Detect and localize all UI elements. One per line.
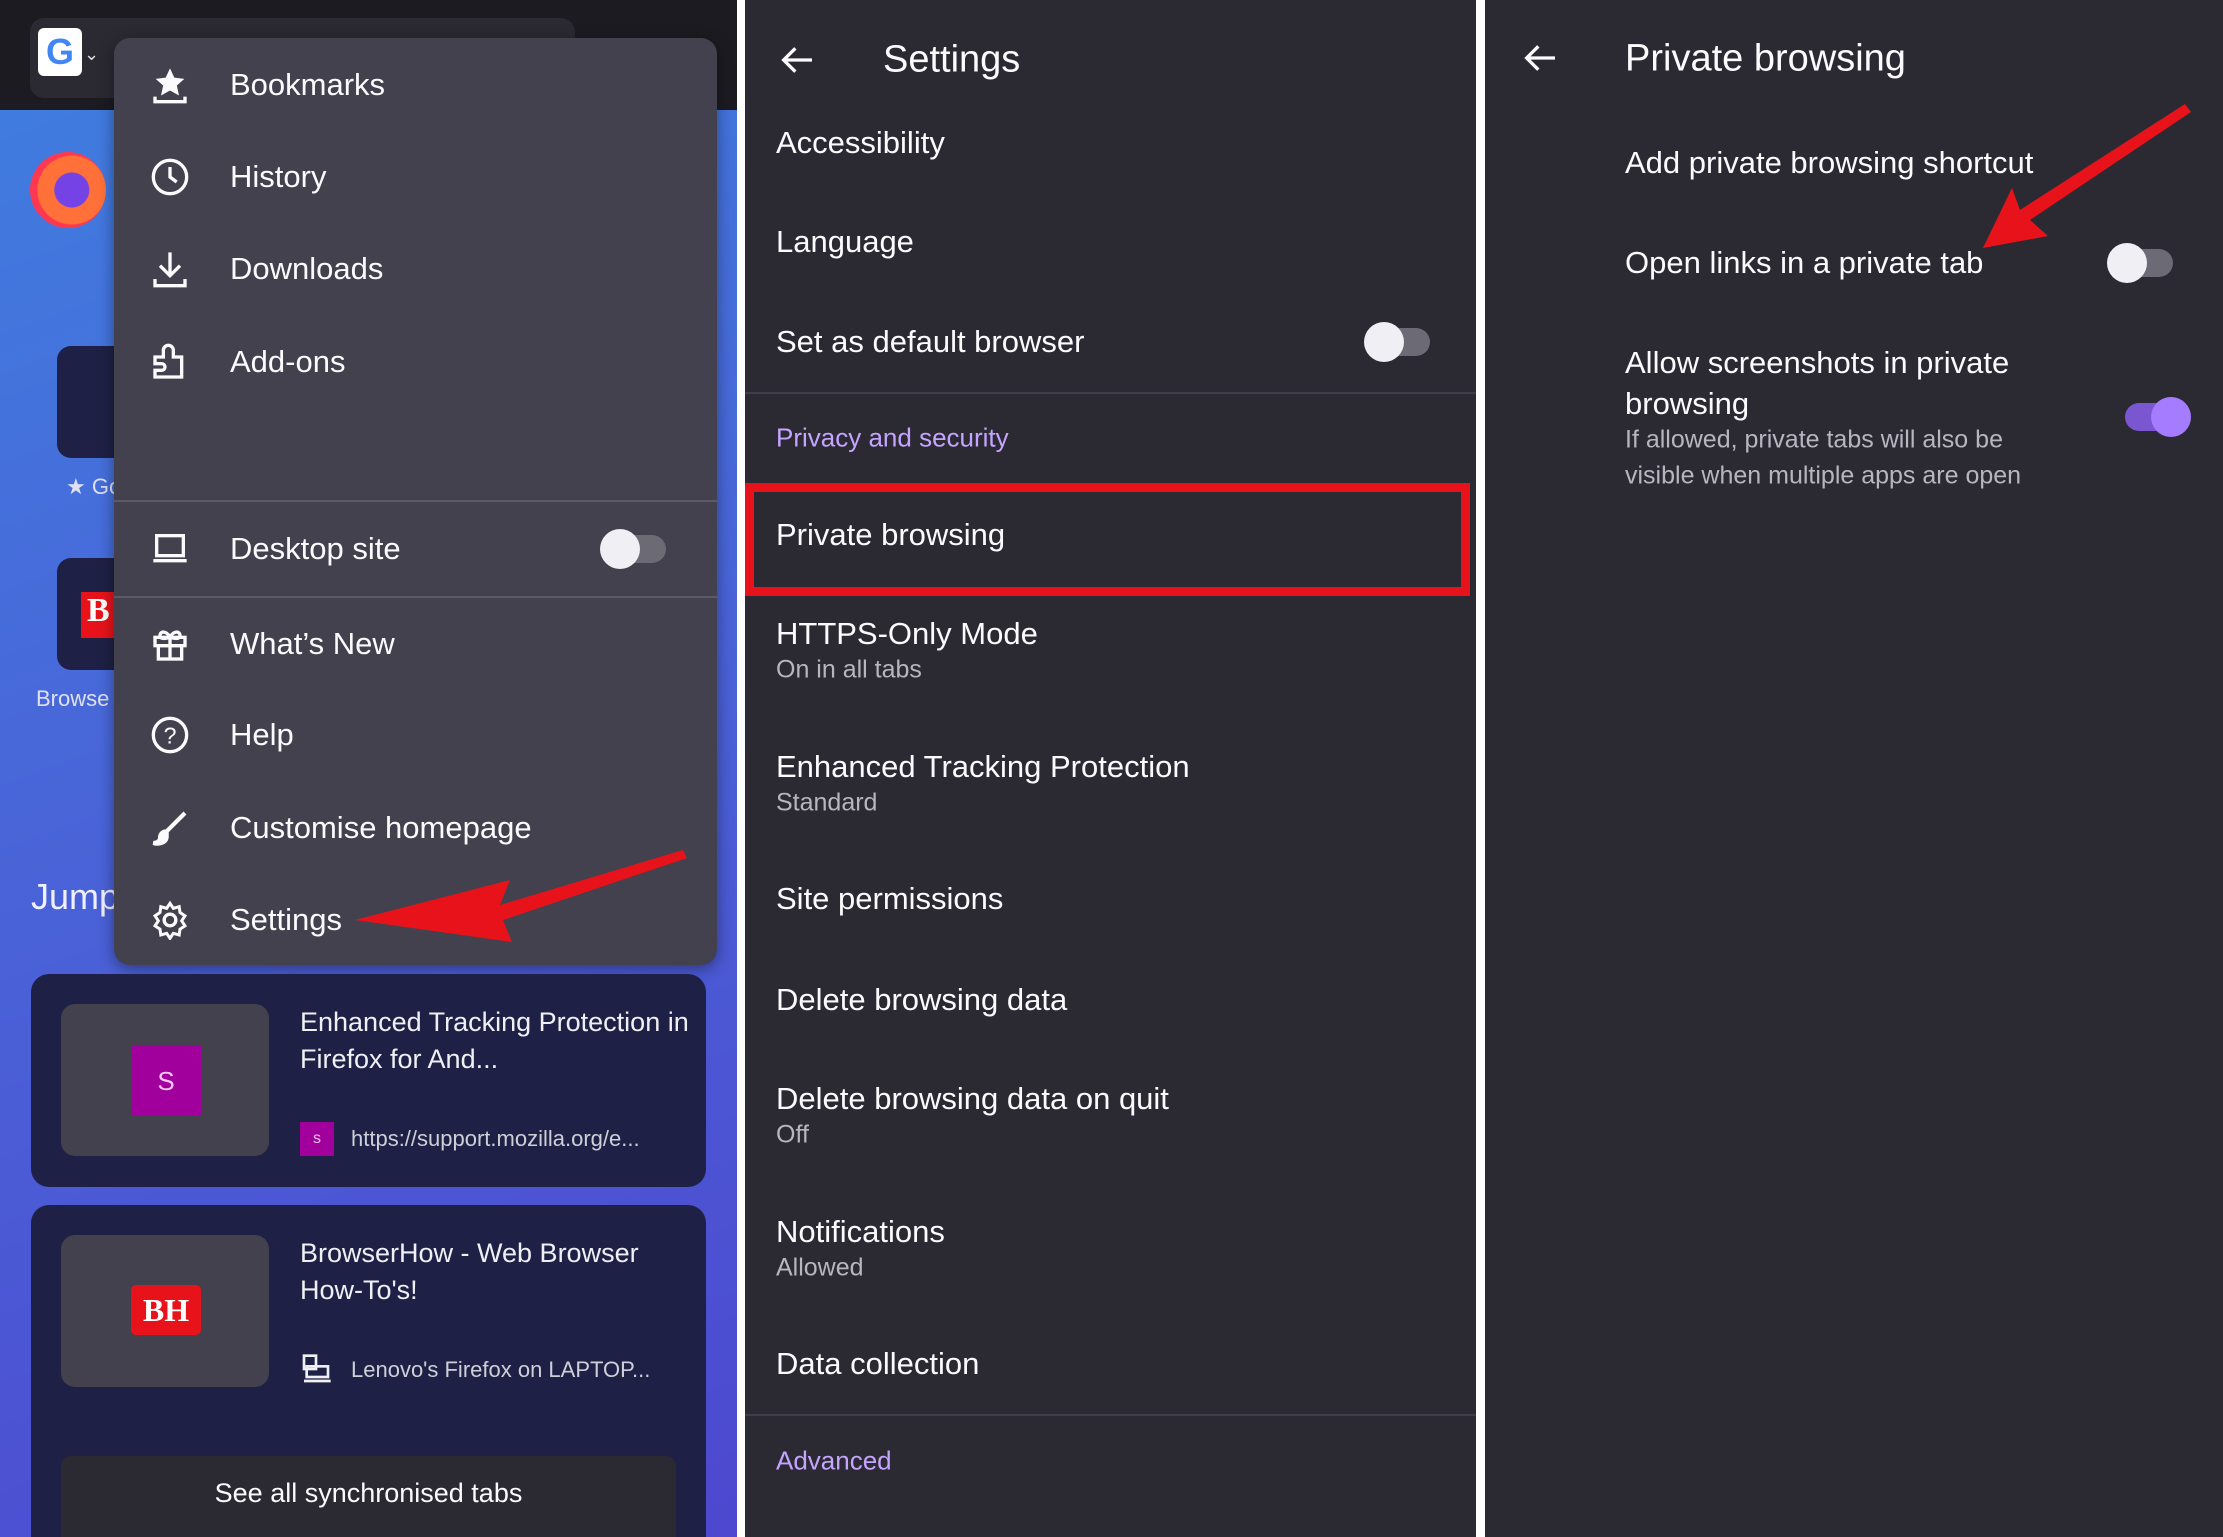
menu-item-label: Bookmarks xyxy=(230,67,386,102)
settings-item-default-browser[interactable]: Set as default browser xyxy=(776,324,1084,360)
menu-item-label: Settings xyxy=(230,902,343,937)
advanced-section-header: Advanced xyxy=(776,1445,892,1476)
main-menu: Bookmarks History Downloads Add-ons Desk… xyxy=(114,38,717,965)
back-arrow-icon[interactable] xyxy=(1520,38,1560,78)
menu-item-bookmarks[interactable]: Bookmarks xyxy=(114,50,717,120)
top-site-google-label: ★ Go xyxy=(66,474,122,499)
annotation-arrow xyxy=(1983,104,2191,248)
allow-screenshots-description: If allowed, private tabs will also be xyxy=(1625,425,2003,454)
highlight-box xyxy=(745,483,1470,596)
menu-item-history[interactable]: History xyxy=(114,142,717,212)
puzzle-icon xyxy=(153,343,184,379)
help-icon: ? xyxy=(151,716,189,754)
jump-back-in-heading: Jump xyxy=(31,876,120,917)
menu-item-addons[interactable]: Add-ons xyxy=(114,327,717,397)
settings-item-site-permissions[interactable]: Site permissions xyxy=(776,881,1003,917)
settings-item-subtitle: On in all tabs xyxy=(776,655,922,684)
tab-thumbnail: S xyxy=(61,1004,269,1156)
site-icon: BH xyxy=(131,1285,201,1335)
home-screen-panel: G ⌄ ★ Go B Browse Jump Bookmarks History… xyxy=(0,0,737,1537)
chevron-down-icon[interactable]: ⌄ xyxy=(84,44,99,65)
menu-item-label: Customise homepage xyxy=(230,810,532,845)
tab-title: BrowserHow - Web Browser How-To's! xyxy=(300,1238,639,1305)
menu-item-label: Help xyxy=(230,717,294,752)
top-site-browserhow-label: Browse xyxy=(36,686,110,711)
site-icon: S xyxy=(131,1046,201,1116)
settings-item-data-collection[interactable]: Data collection xyxy=(776,1346,979,1382)
synced-tab-card[interactable]: S Enhanced Tracking Protection in Firefo… xyxy=(31,974,706,1187)
brush-icon xyxy=(152,811,187,846)
search-engine-google-icon[interactable]: G xyxy=(38,28,82,76)
menu-item-desktop-site[interactable]: Desktop site xyxy=(114,514,717,584)
default-browser-toggle[interactable] xyxy=(1364,322,1430,362)
firefox-logo-icon xyxy=(30,152,106,228)
synced-tab-card[interactable]: BH BrowserHow - Web Browser How-To's! Le… xyxy=(31,1205,706,1537)
back-arrow-icon[interactable] xyxy=(777,40,817,80)
menu-item-customise-homepage[interactable]: Customise homepage xyxy=(114,793,717,863)
settings-item-subtitle: Standard xyxy=(776,788,878,817)
settings-item-accessibility[interactable]: Accessibility xyxy=(776,125,945,161)
private-browsing-panel: Private browsing Add private browsing sh… xyxy=(1485,0,2223,1537)
gift-icon xyxy=(153,630,187,661)
open-links-private-setting[interactable]: Open links in a private tab xyxy=(1625,245,1983,281)
svg-text:?: ? xyxy=(164,722,177,748)
settings-item-tracking-protection[interactable]: Enhanced Tracking Protection xyxy=(776,749,1190,785)
settings-item-notifications[interactable]: Notifications xyxy=(776,1214,945,1250)
settings-header xyxy=(745,0,1476,115)
settings-item-subtitle: Allowed xyxy=(776,1253,864,1282)
menu-divider xyxy=(114,500,717,502)
add-private-shortcut[interactable]: Add private browsing shortcut xyxy=(1625,145,2033,181)
menu-item-label: History xyxy=(230,159,327,194)
tab-thumbnail: BH xyxy=(61,1235,269,1387)
see-all-synced-tabs-button[interactable]: See all synchronised tabs xyxy=(61,1456,676,1537)
laptop-icon xyxy=(153,534,187,563)
favicon: s xyxy=(300,1122,334,1156)
settings-item-language[interactable]: Language xyxy=(776,224,914,260)
open-links-private-toggle[interactable] xyxy=(2107,243,2173,283)
allow-screenshots-label[interactable]: Allow screenshots in private xyxy=(1625,345,2009,381)
settings-item-https-only[interactable]: HTTPS-Only Mode xyxy=(776,616,1038,652)
divider xyxy=(745,392,1476,394)
settings-item-subtitle: Off xyxy=(776,1120,809,1149)
settings-item-delete-on-quit[interactable]: Delete browsing data on quit xyxy=(776,1081,1169,1117)
menu-item-label: Desktop site xyxy=(230,531,401,566)
menu-item-label: Add-ons xyxy=(230,344,346,379)
menu-item-label: Downloads xyxy=(230,251,384,286)
tab-title: Enhanced Tracking Protection in Firefox … xyxy=(300,1007,689,1074)
gear-icon xyxy=(152,900,188,940)
menu-item-help[interactable]: ? Help xyxy=(114,700,717,770)
clock-icon xyxy=(151,158,189,196)
menu-item-settings[interactable]: Settings xyxy=(114,885,717,955)
settings-item-delete-browsing-data[interactable]: Delete browsing data xyxy=(776,982,1067,1018)
synced-device-icon xyxy=(302,1354,331,1383)
download-icon xyxy=(153,252,187,288)
desktop-site-toggle[interactable] xyxy=(600,529,666,569)
menu-item-label: What’s New xyxy=(230,626,395,661)
privacy-section-header: Privacy and security xyxy=(776,422,1009,453)
allow-screenshots-description-2: visible when multiple apps are open xyxy=(1625,461,2022,490)
menu-item-downloads[interactable]: Downloads xyxy=(114,234,717,304)
tab-url: https://support.mozilla.org/e... xyxy=(351,1126,640,1151)
settings-panel: Settings Accessibility Language Set as d… xyxy=(745,0,1476,1537)
menu-item-whats-new[interactable]: What’s New xyxy=(114,609,717,679)
allow-screenshots-label-2[interactable]: browsing xyxy=(1625,386,1749,422)
device-name: Lenovo's Firefox on LAPTOP... xyxy=(351,1357,651,1382)
page-title: Private browsing xyxy=(1625,37,1906,80)
bookmark-star-icon xyxy=(153,68,187,104)
divider xyxy=(745,1414,1476,1416)
allow-screenshots-toggle[interactable] xyxy=(2125,397,2191,437)
menu-divider xyxy=(114,596,717,598)
page-title: Settings xyxy=(883,38,1021,81)
